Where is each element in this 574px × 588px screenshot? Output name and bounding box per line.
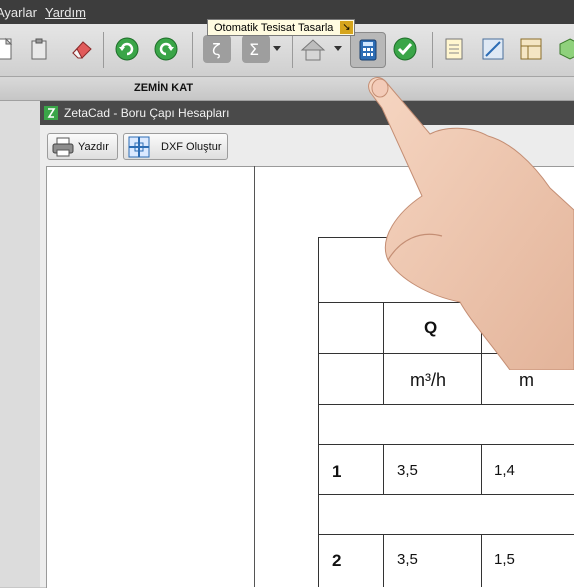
dxf-button-label: DXF Oluştur [161,141,222,153]
tooltip-text: Otomatik Tesisat Tasarla [214,22,334,34]
layout-icon[interactable] [517,35,545,63]
notes-icon[interactable] [440,35,468,63]
house-icon[interactable] [299,35,327,63]
row-number: 1 [332,462,342,481]
menu-item-ayarlar[interactable]: Ayarlar [0,5,37,20]
redo-icon[interactable] [152,35,180,63]
unit-q: m³/h [410,370,446,390]
printer-icon [52,137,74,157]
print-button[interactable]: Yazdır [47,133,118,160]
dxf-icon [128,136,150,158]
zetacad-app-icon [44,106,58,120]
arrow-corner-icon: ↘ [340,21,353,34]
chevron-down-icon[interactable] [331,35,345,63]
cell-l: 1,4 [494,462,515,479]
cell-q: 3,5 [397,551,418,568]
page-divider [254,166,255,587]
check-icon[interactable] [391,35,419,63]
cell-q: 3,5 [397,462,418,479]
row-number: 2 [332,551,342,570]
floor-title: ZEMİN KAT [134,82,194,94]
calculator-icon[interactable] [350,32,386,68]
eraser-icon[interactable] [68,35,96,63]
pointing-hand-image [368,77,574,370]
new-document-icon[interactable] [0,35,18,63]
undo-icon[interactable] [113,35,141,63]
tooltip: Otomatik Tesisat Tasarla ↘ [207,19,355,36]
draw-icon[interactable] [479,35,507,63]
zeta-icon[interactable]: ζ [203,35,231,63]
cell-l: 1,5 [494,551,515,568]
cube-icon[interactable] [556,35,574,63]
left-panel [0,101,41,587]
svg-text:Σ: Σ [249,40,259,59]
chevron-down-icon[interactable] [270,35,284,63]
menu-item-yardim-label: Yardım [45,5,86,20]
paste-icon[interactable] [25,35,53,63]
window-title: ZetaCad - Boru Çapı Hesapları [64,106,230,120]
dxf-create-button[interactable]: DXF Oluştur [123,133,228,160]
sigma-icon[interactable]: Σ [242,35,270,63]
unit-l: m [519,370,534,390]
print-button-label: Yazdır [78,141,109,153]
svg-text:ζ: ζ [212,40,221,59]
menu-item-yardim[interactable]: Yardım [45,5,86,20]
